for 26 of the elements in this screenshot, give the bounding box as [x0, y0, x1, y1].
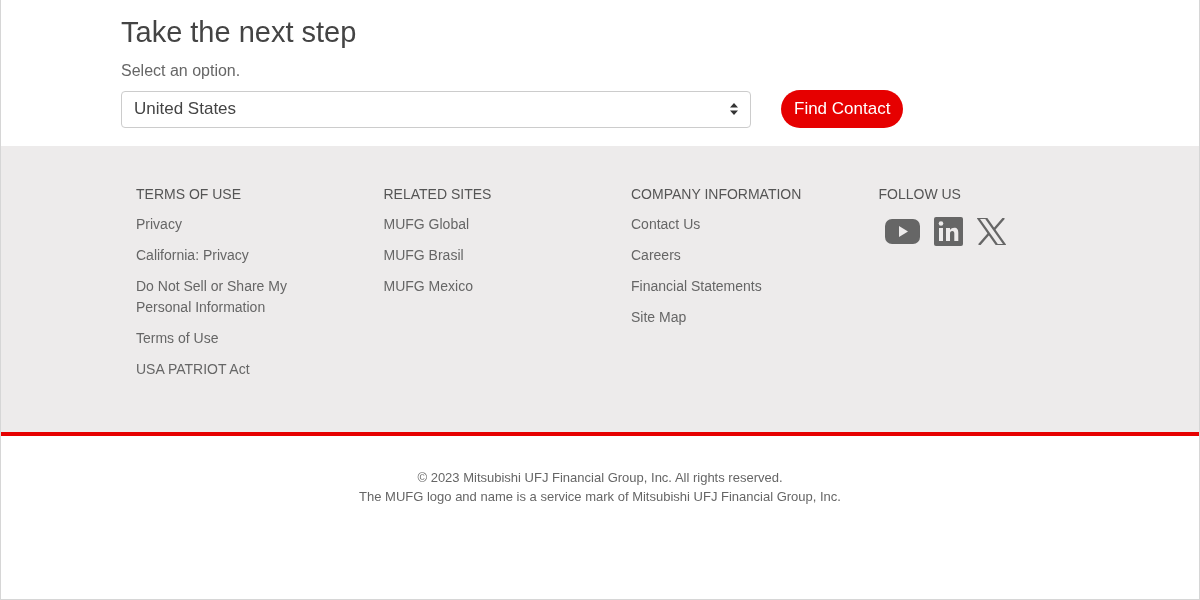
footer-link[interactable]: Contact Us	[631, 214, 801, 235]
section-title: Take the next step	[121, 15, 358, 50]
footer-link[interactable]: MUFG Global	[383, 214, 554, 235]
linkedin-icon[interactable]	[933, 217, 963, 246]
footer-link[interactable]: Financial Statements	[631, 276, 801, 297]
legal-text: © 2023 Mitsubishi UFJ Financial Group, Inc. All rights reserved.	[416, 469, 784, 487]
footer-link[interactable]: Site Map	[631, 307, 801, 328]
footer-link[interactable]: USA PATRIOT Act	[136, 359, 306, 380]
country-select[interactable]: United States	[121, 90, 751, 128]
footer-link[interactable]: MUFG Brasil	[383, 245, 554, 266]
find-contact-button[interactable]: Find Contact	[781, 90, 904, 128]
footer-heading: RELATED SITES	[383, 186, 493, 202]
legal-text: The MUFG logo and name is a service mark of Mitsubishi UFJ Financial Group, Inc.	[358, 488, 842, 506]
footer-link[interactable]: MUFG Mexico	[383, 276, 554, 297]
sort-arrows-icon	[730, 103, 738, 115]
footer-link[interactable]: California: Privacy	[136, 245, 306, 266]
youtube-icon[interactable]	[884, 219, 920, 244]
footer-heading: TERMS OF USE	[136, 186, 242, 202]
footer-heading: FOLLOW US	[878, 186, 962, 202]
footer-heading: COMPANY INFORMATION	[631, 186, 803, 202]
section-subtitle: Select an option.	[121, 62, 242, 80]
footer-link[interactable]: Terms of Use	[136, 328, 306, 349]
footer-link[interactable]: Do Not Sell or Share My Personal Information	[136, 276, 306, 318]
x-logo-icon[interactable]	[976, 218, 1006, 245]
footer-link[interactable]: Careers	[631, 245, 801, 266]
footer-link[interactable]: Privacy	[136, 214, 306, 235]
